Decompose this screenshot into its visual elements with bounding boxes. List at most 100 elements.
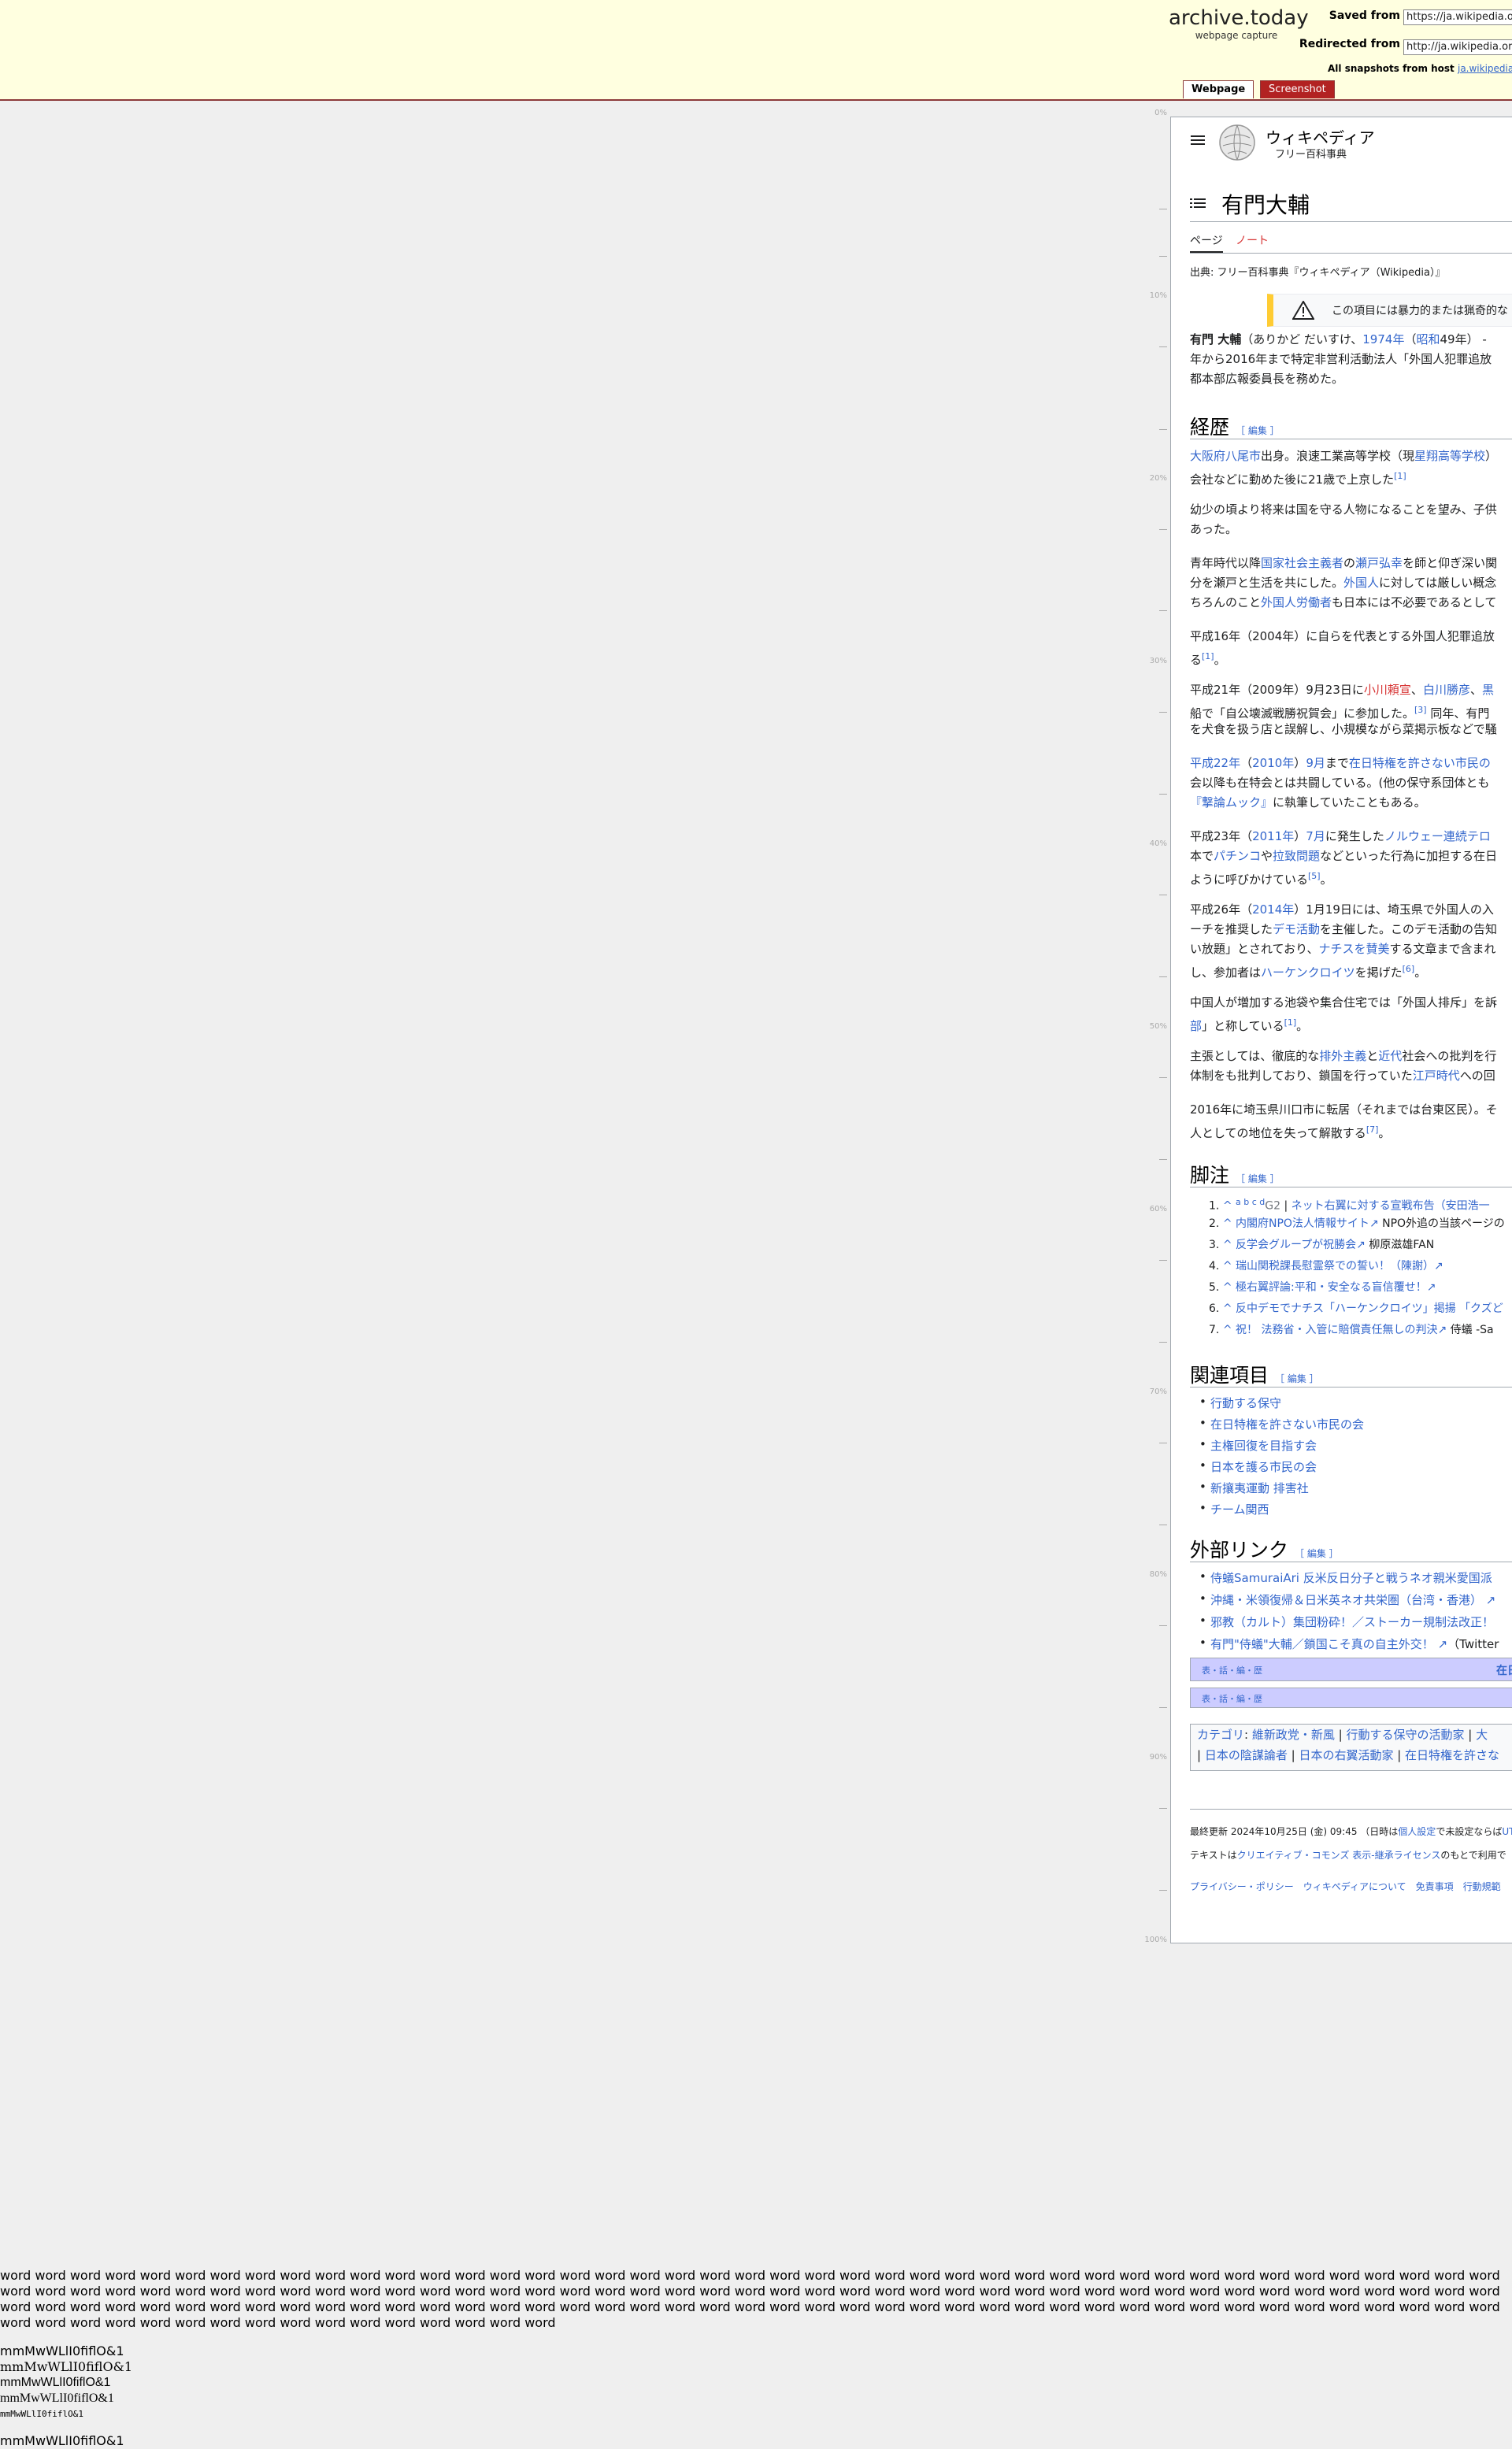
archive-logo[interactable]: archive.today webpage capture <box>1169 6 1309 41</box>
edit-link[interactable]: ［ 編集 ］ <box>1236 1173 1280 1184</box>
ref-link[interactable]: [7] <box>1366 1124 1379 1135</box>
tab-talk[interactable]: ノート <box>1236 232 1269 248</box>
ref-link[interactable]: [1] <box>1284 1017 1297 1028</box>
ref-title-link[interactable]: 極右翼評論:平和・安全なる盲信覆せ！ <box>1236 1281 1427 1294</box>
link-zaitokukai[interactable]: 在日特権を許さない市民の <box>1349 756 1491 770</box>
ref-link[interactable]: [3] <box>1414 705 1427 715</box>
link-july[interactable]: 7月 <box>1306 829 1325 843</box>
category-link[interactable]: 在日特権を許さな <box>1405 1748 1499 1762</box>
external-link-text[interactable]: 邪教（カルト）集団粉砕！／ストーカー規制法改正！ <box>1210 1615 1494 1629</box>
external-link-text[interactable]: 侍蟻SamuraiAri 反米反日分子と戦うネオ親米愛国派 <box>1210 1571 1492 1585</box>
category-link[interactable]: 大 <box>1476 1728 1488 1742</box>
link-2014[interactable]: 2014年 <box>1252 902 1294 917</box>
ref-backlink[interactable]: ^ <box>1223 1281 1232 1294</box>
link-foreign-worker[interactable]: 外国人労働者 <box>1261 595 1332 609</box>
related-link[interactable]: チーム関西 <box>1199 1501 1269 1517</box>
saved-from-input[interactable]: https://ja.wikipedia.org/ <box>1403 9 1512 25</box>
ref-backlink[interactable]: ^ <box>1223 1302 1232 1315</box>
category-link[interactable]: 行動する保守の活動家 <box>1346 1728 1464 1742</box>
ref-title-link[interactable]: 内閣府NPO法人情報サイト <box>1236 1217 1369 1230</box>
wikipedia-globe-icon[interactable] <box>1218 124 1256 161</box>
link-showa[interactable]: 昭和 <box>1416 332 1440 346</box>
edit-link[interactable]: ［ 編集 ］ <box>1236 425 1280 436</box>
category-link[interactable]: 日本の陰謀論者 <box>1205 1748 1288 1762</box>
utc-link[interactable]: UT <box>1502 1826 1512 1837</box>
tab-screenshot[interactable]: Screenshot <box>1260 80 1335 98</box>
related-link[interactable]: 主権回復を目指す会 <box>1199 1437 1317 1454</box>
link-yao[interactable]: 大阪府八尾市 <box>1190 449 1261 463</box>
link-sept[interactable]: 9月 <box>1306 756 1325 770</box>
ref-backlink[interactable]: ^ <box>1223 1260 1232 1273</box>
related-link[interactable]: 新攘夷運動 排害社 <box>1199 1480 1309 1496</box>
privacy-link[interactable]: プライバシー・ポリシー <box>1190 1881 1294 1892</box>
link-shirakawa[interactable]: 白川勝彦 <box>1423 683 1470 697</box>
link-modern[interactable]: 近代 <box>1378 1049 1402 1063</box>
edit-link[interactable]: ［ 編集 ］ <box>1275 1373 1319 1384</box>
external-link-text[interactable]: 有門"侍蟻"大輔／鎖国こそ真の自主外交！ <box>1210 1637 1434 1651</box>
link-norway-attack[interactable]: ノルウェー連続テロ <box>1384 829 1491 843</box>
link-ogawa[interactable]: 小川頼宣 <box>1364 683 1411 697</box>
link-demo[interactable]: デモ活動 <box>1273 922 1320 936</box>
ref-link[interactable]: [1] <box>1202 651 1214 661</box>
brand-title[interactable]: ウィキペディア <box>1266 125 1375 148</box>
link-bu[interactable]: 部 <box>1190 1019 1202 1033</box>
ref-backlink[interactable]: ^ <box>1223 1324 1232 1336</box>
navbox-vte[interactable]: 表・話・編・歴 <box>1202 1664 1262 1677</box>
external-link[interactable]: 邪教（カルト）集団粉砕！／ストーカー規制法改正！ <box>1199 1614 1494 1630</box>
ref-title-link[interactable]: ネット右翼に対する宣戦布告（安田浩一 <box>1292 1200 1490 1213</box>
ref-backlink[interactable]: ^ <box>1223 1217 1232 1230</box>
related-link[interactable]: 行動する保守 <box>1199 1395 1281 1411</box>
all-snapshots-label[interactable]: All snapshots <box>1328 63 1399 74</box>
ref-backlink[interactable]: ^ <box>1223 1200 1232 1213</box>
ref-backlinks-abcd[interactable]: a b c d <box>1236 1197 1265 1207</box>
link-edo[interactable]: 江戸時代 <box>1413 1069 1460 1083</box>
about-link[interactable]: ウィキペディアについて <box>1303 1881 1406 1892</box>
prefs-link[interactable]: 個人設定 <box>1398 1826 1436 1837</box>
link-hakenkreuz[interactable]: ハーケンクロイツ <box>1261 965 1355 980</box>
tab-page[interactable]: ページ <box>1190 232 1223 253</box>
external-link-text[interactable]: 沖縄・米領復帰＆日米英ネオ共栄圏（台湾・香港） <box>1210 1593 1482 1607</box>
related-link[interactable]: 在日特権を許さない市民の会 <box>1199 1416 1364 1432</box>
link-nazi-praise[interactable]: ナチスを賛美 <box>1319 942 1390 956</box>
navbox-vte[interactable]: 表・話・編・歴 <box>1202 1692 1262 1705</box>
link-national-socialist[interactable]: 国家社会主義者 <box>1261 556 1343 570</box>
ref-title-link[interactable]: 反中デモでナチス「ハーケンクロイツ」掲揚 「クズど <box>1236 1302 1503 1315</box>
edit-link[interactable]: ［ 編集 ］ <box>1295 1548 1339 1559</box>
ref-link[interactable]: [1] <box>1394 471 1406 481</box>
code-of-conduct-link[interactable]: 行動規範 <box>1463 1881 1501 1892</box>
related-link[interactable]: 日本を護る市民の会 <box>1199 1458 1317 1475</box>
ref-title-link[interactable]: 瑞山関税課長慰霊祭での誓い！（陳謝） <box>1236 1260 1434 1273</box>
link-1974[interactable]: 1974年 <box>1362 332 1404 346</box>
link-heisei22[interactable]: 平成22年 <box>1190 756 1240 770</box>
link-foreigner[interactable]: 外国人 <box>1343 576 1379 590</box>
external-link[interactable]: 沖縄・米領復帰＆日米英ネオ共栄圏（台湾・香港） ↗ <box>1199 1591 1495 1608</box>
list-icon[interactable] <box>1190 196 1206 210</box>
link-2011[interactable]: 2011年 <box>1252 829 1294 843</box>
link-exclusionism[interactable]: 排外主義 <box>1319 1049 1366 1063</box>
external-link[interactable]: 有門"侍蟻"大輔／鎖国こそ真の自主外交！ ↗（Twitter <box>1199 1636 1499 1652</box>
ref-title-link[interactable]: 祝！ 法務省・入管に賠償責任無しの判決 <box>1236 1324 1437 1336</box>
link-kuro[interactable]: 黒 <box>1482 683 1494 697</box>
link-abduction[interactable]: 拉致問題 <box>1273 849 1320 863</box>
ref-title-link[interactable]: 反学会グループが祝勝会 <box>1236 1239 1356 1251</box>
category-link[interactable]: 維新政党・新風 <box>1252 1728 1335 1742</box>
hamburger-icon[interactable] <box>1190 133 1207 147</box>
link-2010[interactable]: 2010年 <box>1252 756 1294 770</box>
tab-webpage[interactable]: Webpage <box>1183 80 1254 98</box>
archive-logo-text[interactable]: archive.today <box>1169 6 1309 30</box>
host-link[interactable]: ja.wikipedia.org <box>1458 63 1512 74</box>
categories-label[interactable]: カテゴリ <box>1197 1728 1244 1742</box>
ref-link[interactable]: [6] <box>1403 964 1415 974</box>
link-seisho[interactable]: 星翔高等学校 <box>1414 449 1485 463</box>
link-pachinko[interactable]: パチンコ <box>1214 849 1261 863</box>
ref-backlink[interactable]: ^ <box>1223 1239 1232 1251</box>
link-gekiron[interactable]: 『撃論ムック』 <box>1190 795 1273 810</box>
ref-link[interactable]: [5] <box>1308 871 1321 881</box>
category-link[interactable]: 日本の右翼活動家 <box>1299 1748 1393 1762</box>
link-seto[interactable]: 瀬戸弘幸 <box>1355 556 1403 570</box>
external-link[interactable]: 侍蟻SamuraiAri 反米反日分子と戦うネオ親米愛国派 <box>1199 1569 1492 1586</box>
disclaimer-link[interactable]: 免責事項 <box>1416 1881 1454 1892</box>
license-link[interactable]: クリエイティブ・コモンズ 表示-継承ライセンス <box>1237 1850 1441 1861</box>
redirected-from-input[interactable]: http://ja.wikipedia.org/ <box>1403 39 1512 55</box>
navbox-title[interactable]: 在日 <box>1496 1662 1512 1678</box>
